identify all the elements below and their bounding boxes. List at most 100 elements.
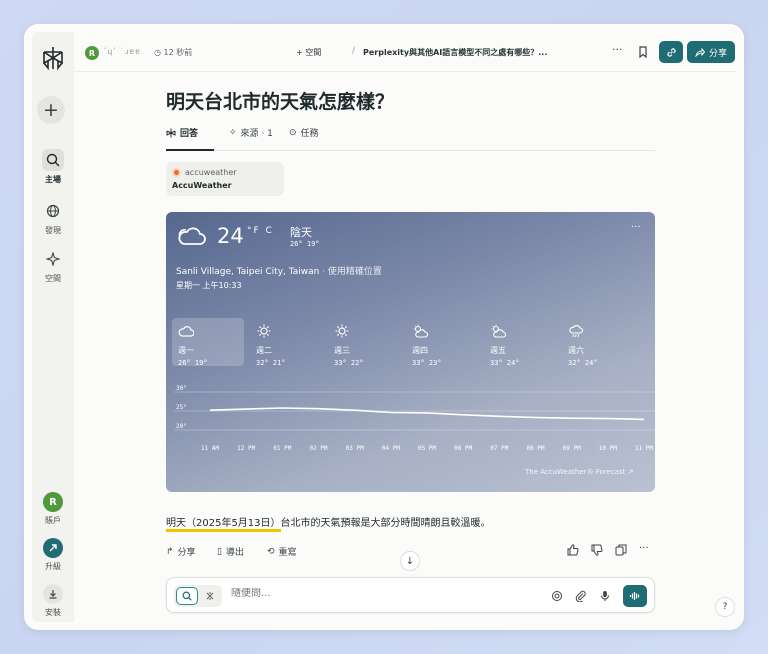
more-options-icon[interactable]: ··· bbox=[639, 543, 649, 554]
rain-icon bbox=[569, 324, 584, 338]
sidebar-item-account[interactable]: R 賬戶 bbox=[32, 492, 74, 526]
y-tick-label: 20° bbox=[176, 423, 187, 430]
cloudy-icon bbox=[178, 326, 195, 337]
sidebar-item-install[interactable]: 安裝 bbox=[32, 584, 74, 618]
unit-toggle[interactable]: °F C bbox=[247, 226, 274, 236]
sidebar-item-home[interactable]: 主場 bbox=[32, 149, 74, 185]
current-temperature: 24 bbox=[217, 224, 244, 248]
tasks-icon: ⊙ bbox=[289, 127, 297, 138]
weather-location: Sanli Village, Taipei City, Taiwan · 使用精… bbox=[176, 267, 382, 277]
search-icon bbox=[182, 591, 192, 601]
ask-input[interactable] bbox=[231, 588, 531, 599]
sunny-icon bbox=[257, 324, 271, 338]
add-to-space-button[interactable]: + 空間 bbox=[296, 47, 321, 58]
document-icon: ▯ bbox=[217, 546, 222, 557]
link-icon bbox=[666, 47, 676, 57]
research-mode-button[interactable] bbox=[200, 587, 220, 605]
x-tick-label: 02 PM bbox=[309, 445, 327, 452]
x-tick-label: 11 AM bbox=[201, 445, 219, 452]
x-tick-label: 04 PM bbox=[382, 445, 400, 452]
waveform-icon bbox=[629, 592, 640, 600]
model-select-icon[interactable] bbox=[551, 590, 563, 602]
scroll-down-button[interactable]: ↓ bbox=[400, 551, 420, 571]
share-answer-button[interactable]: ↱ 分享 bbox=[166, 545, 196, 559]
sidebar-item-discover[interactable]: 發現 bbox=[32, 200, 74, 236]
answer-icon bbox=[166, 128, 176, 137]
share-button[interactable]: 分享 bbox=[687, 41, 735, 63]
page-title: 明天台北市的天氣怎麼樣？ bbox=[166, 91, 395, 113]
export-button[interactable]: ▯ 導出 bbox=[217, 545, 244, 559]
copy-link-button[interactable] bbox=[659, 41, 683, 63]
current-condition: 陰天 bbox=[290, 226, 312, 239]
thumbs-up-icon[interactable] bbox=[567, 544, 579, 556]
temperature-line bbox=[209, 407, 645, 421]
research-icon bbox=[206, 592, 214, 600]
partly-sunny-icon bbox=[413, 324, 429, 338]
more-options-icon[interactable]: ··· bbox=[612, 43, 623, 56]
cloudy-icon bbox=[178, 227, 206, 245]
accuweather-forecast-link[interactable]: The AccuWeather® Forecast ↗ bbox=[525, 468, 633, 476]
sidebar-item-spaces[interactable]: 空間 bbox=[32, 248, 74, 284]
x-tick-label: 10 PM bbox=[599, 445, 617, 452]
sunny-icon bbox=[335, 324, 349, 338]
sidebar-item-label: 安裝 bbox=[45, 608, 61, 617]
forecast-day[interactable]: 週一 26° 19° bbox=[172, 318, 244, 367]
tab-answer[interactable]: 回答 bbox=[166, 126, 198, 139]
x-tick-label: 07 PM bbox=[490, 445, 508, 452]
weather-datetime: 星期一 上午10:33 bbox=[176, 281, 242, 290]
voice-mode-button[interactable] bbox=[623, 585, 647, 607]
sidebar-item-label: 升級 bbox=[45, 562, 61, 571]
forecast-day[interactable]: 週三 33° 22° bbox=[328, 318, 400, 367]
forecast-day[interactable]: 週五 33° 24° bbox=[484, 318, 556, 367]
search-mode-button[interactable] bbox=[176, 587, 198, 605]
x-tick-label: 05 PM bbox=[418, 445, 436, 452]
more-options-icon[interactable]: ··· bbox=[631, 222, 641, 233]
help-button[interactable]: ? bbox=[715, 597, 735, 617]
source-card[interactable]: accuweather AccuWeather bbox=[166, 162, 284, 196]
forecast-day[interactable]: 週六 32° 24° bbox=[562, 318, 634, 367]
avatar[interactable]: R bbox=[85, 46, 99, 60]
avatar: R bbox=[43, 492, 63, 512]
sparkle-icon bbox=[42, 248, 64, 270]
x-tick-label: 09 PM bbox=[563, 445, 581, 452]
tab-sources[interactable]: ✧ 來源 · 1 bbox=[229, 126, 273, 140]
microphone-icon[interactable] bbox=[599, 590, 611, 602]
thread-title[interactable]: Perplexity與其他AI語言模型不同之處有哪些？... bbox=[363, 47, 547, 58]
refresh-icon: ⟲ bbox=[267, 546, 275, 557]
bookmark-icon[interactable] bbox=[636, 45, 650, 59]
arrow-down-icon: ↓ bbox=[405, 555, 415, 567]
current-hi-lo: 26° 19° bbox=[290, 240, 320, 248]
globe-icon bbox=[42, 200, 64, 222]
attach-icon[interactable] bbox=[575, 590, 587, 602]
forecast-day[interactable]: 週四 33° 23° bbox=[406, 318, 478, 367]
answer-text: 明天（2025年5月13日）台北市的天氣預報是大部分時間晴朗且較溫暖。 bbox=[166, 514, 491, 532]
hourly-temperature-chart: 30° 25° 20° 11 AM 12 PM 01 PM 02 PM 03 PM 04 PM 0… bbox=[174, 385, 655, 452]
tab-tasks[interactable]: ⊙ 任務 bbox=[289, 126, 319, 140]
perplexity-logo-icon[interactable] bbox=[39, 44, 67, 72]
clock-icon: ◷ bbox=[154, 48, 161, 57]
source-name: AccuWeather bbox=[172, 181, 232, 190]
x-tick-label: 12 PM bbox=[237, 445, 255, 452]
sidebar-item-upgrade[interactable]: 升級 bbox=[32, 538, 74, 572]
sidebar: + 主場 發現 空間 R 賬戶 升級 安裝 bbox=[32, 32, 74, 622]
sidebar-item-label: 空間 bbox=[45, 274, 61, 283]
active-tab-indicator bbox=[166, 149, 214, 151]
ask-input-bar bbox=[166, 577, 655, 613]
source-domain: accuweather bbox=[185, 168, 237, 177]
rewrite-button[interactable]: ⟲ 重寫 bbox=[267, 545, 297, 559]
x-tick-label: 03 PM bbox=[346, 445, 364, 452]
thumbs-down-icon[interactable] bbox=[591, 544, 603, 556]
answer-highlight: 明天（2025年5月13日） bbox=[166, 518, 281, 532]
forecast-day[interactable]: 週二 32° 21° bbox=[250, 318, 322, 367]
x-tick-label: 01 PM bbox=[273, 445, 291, 452]
new-thread-button[interactable]: + bbox=[37, 96, 65, 124]
accuweather-favicon-icon bbox=[172, 168, 181, 177]
x-tick-label: 08 PM bbox=[526, 445, 544, 452]
sidebar-item-label: 賬戶 bbox=[45, 516, 61, 525]
copy-icon[interactable] bbox=[615, 544, 627, 556]
share-icon bbox=[695, 47, 705, 57]
x-tick-label: 06 PM bbox=[454, 445, 472, 452]
weather-widget: 24 °F C 陰天 26° 19° ··· Sanli Village, Ta… bbox=[166, 212, 655, 492]
partly-sunny-icon bbox=[491, 324, 507, 338]
precise-location-link[interactable]: · 使用精確位置 bbox=[319, 267, 382, 277]
